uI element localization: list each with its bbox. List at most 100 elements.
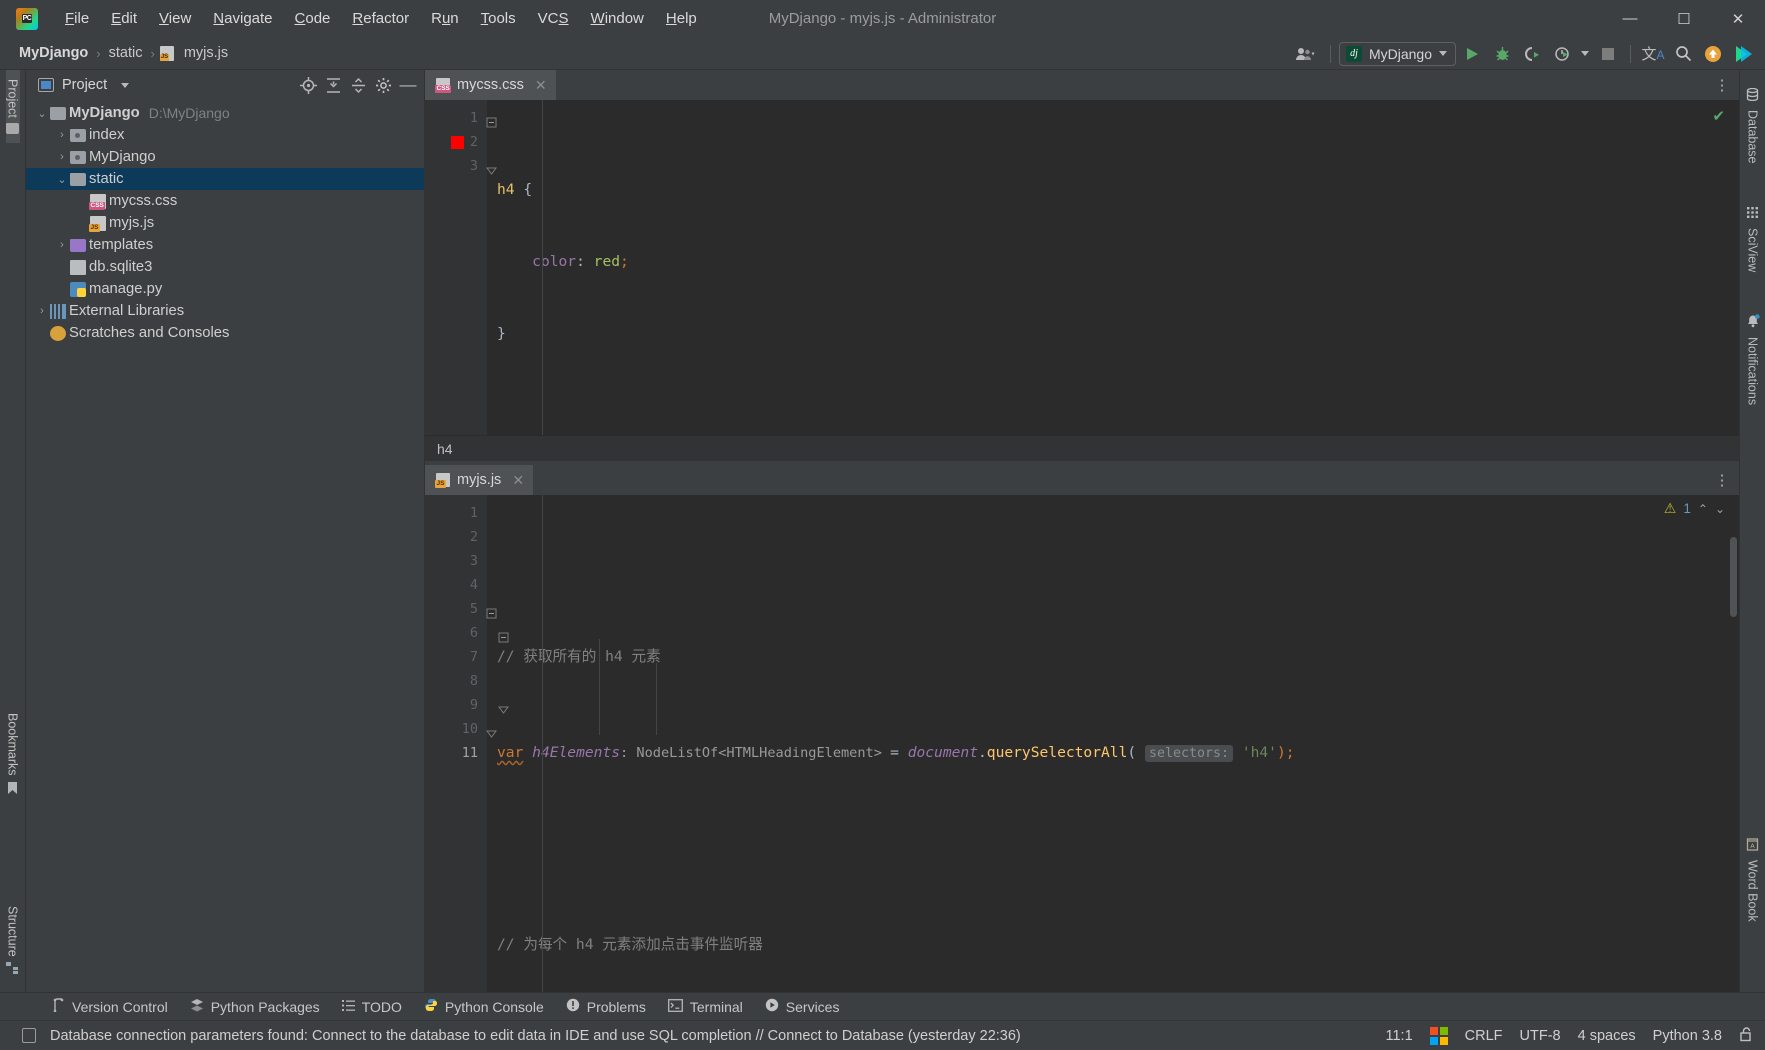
- sidebar-item-sciview[interactable]: SciView: [1746, 196, 1760, 282]
- css-breadcrumb-label: h4: [437, 440, 453, 457]
- file-encoding[interactable]: UTF-8: [1520, 1028, 1561, 1044]
- stop-icon[interactable]: [1594, 41, 1622, 67]
- sidebar-item-structure[interactable]: Structure: [6, 897, 20, 982]
- tool-button-terminal[interactable]: Terminal: [667, 999, 743, 1015]
- user-icon[interactable]: [1288, 41, 1322, 67]
- line-separator[interactable]: CRLF: [1465, 1028, 1503, 1044]
- inspection-status-icon[interactable]: ✔: [1712, 107, 1725, 125]
- tool-button-todo[interactable]: TODO: [341, 999, 402, 1015]
- sidebar-item-notifications[interactable]: Notifications: [1746, 304, 1760, 415]
- menu-tools[interactable]: Tools: [470, 6, 527, 31]
- chevron-right-icon[interactable]: ›: [54, 129, 70, 141]
- chevron-down-icon[interactable]: [121, 82, 130, 88]
- tree-node-myjs-js[interactable]: ›JSmyjs.js: [26, 212, 424, 234]
- coverage-icon[interactable]: [1518, 41, 1546, 67]
- css-editor[interactable]: 1 2 3 h4 { color: red; } ✔: [425, 100, 1739, 435]
- file-css-icon: CSS: [89, 193, 106, 210]
- structure-icon: [6, 962, 19, 978]
- menu-navigate[interactable]: Navigate: [202, 6, 283, 31]
- expand-all-icon[interactable]: [321, 73, 345, 97]
- sidebar-item-bookmarks[interactable]: Bookmarks: [6, 704, 20, 807]
- tree-node-manage-py[interactable]: ›manage.py: [26, 278, 424, 300]
- status-message[interactable]: Database connection parameters found: Co…: [50, 1028, 1021, 1044]
- chevron-right-icon[interactable]: ›: [34, 305, 50, 317]
- close-icon[interactable]: ✕: [535, 77, 547, 94]
- sidebar-item-project[interactable]: Project: [5, 70, 20, 143]
- editor-options-icon[interactable]: ⋮: [1711, 74, 1733, 96]
- menu-refactor[interactable]: Refactor: [341, 6, 420, 31]
- left-tool-stripe: Project Structure Bookmarks: [0, 70, 26, 992]
- next-problem-icon[interactable]: ⌄: [1715, 502, 1725, 516]
- tool-button-python-console[interactable]: Python Console: [424, 998, 544, 1015]
- tree-node-mycss-css[interactable]: ›CSSmycss.css: [26, 190, 424, 212]
- event-log-icon[interactable]: [22, 1028, 36, 1043]
- sidebar-item-database[interactable]: Database: [1746, 78, 1760, 174]
- caret-position[interactable]: 11:1: [1386, 1028, 1413, 1044]
- maximize-button[interactable]: ☐: [1657, 0, 1711, 37]
- prev-problem-icon[interactable]: ⌃: [1698, 502, 1708, 516]
- editor-scrollbar[interactable]: [1730, 537, 1737, 617]
- tab-mycss-css[interactable]: CSS mycss.css ✕: [425, 70, 556, 100]
- editor-options-icon[interactable]: ⋮: [1711, 469, 1733, 491]
- branch-icon: [52, 998, 65, 1015]
- menu-vcs[interactable]: VCS: [527, 6, 580, 31]
- menu-edit[interactable]: Edit: [100, 6, 148, 31]
- tool-button-python-packages[interactable]: Python Packages: [190, 998, 320, 1015]
- js-editor[interactable]: 1 2 3 4 5 6 7 8 9 10 11 // 获取所有的 h4 元素 v…: [425, 495, 1739, 992]
- sidebar-item-word-book[interactable]: A Word Book: [1746, 828, 1760, 932]
- breadcrumb-folder[interactable]: static: [106, 44, 146, 62]
- close-button[interactable]: ✕: [1711, 0, 1765, 37]
- chevron-right-icon[interactable]: ›: [54, 239, 70, 251]
- ide-icon[interactable]: [1729, 41, 1757, 67]
- tool-button-problems[interactable]: Problems: [566, 998, 646, 1015]
- chevron-right-icon[interactable]: ›: [54, 151, 70, 163]
- tree-node-path: D:\MyDjango: [148, 105, 230, 121]
- unlocked-icon[interactable]: [1739, 1026, 1753, 1045]
- menu-window[interactable]: Window: [580, 6, 655, 31]
- hide-icon[interactable]: —: [396, 73, 420, 97]
- menu-file[interactable]: FFileile: [54, 6, 100, 31]
- python-interpreter[interactable]: Python 3.8: [1653, 1028, 1722, 1044]
- color-swatch[interactable]: [451, 136, 464, 149]
- profile-icon[interactable]: [1548, 41, 1576, 67]
- js-code[interactable]: // 获取所有的 h4 元素 var h4Elements: NodeListO…: [487, 495, 1739, 992]
- tree-node-external-libraries[interactable]: › External Libraries: [26, 300, 424, 322]
- tree-node-db-sqlite3[interactable]: ›db.sqlite3: [26, 256, 424, 278]
- collapse-all-icon[interactable]: [346, 73, 370, 97]
- indent-setting[interactable]: 4 spaces: [1578, 1028, 1636, 1044]
- update-icon[interactable]: [1699, 41, 1727, 67]
- locate-icon[interactable]: [296, 73, 320, 97]
- tree-node-label: mycss.css: [109, 193, 178, 209]
- js-inspection-widget[interactable]: ⚠ 1 ⌃ ⌄: [1664, 500, 1725, 517]
- menu-view[interactable]: View: [148, 6, 202, 31]
- tree-node-mydjango[interactable]: ⌄ MyDjango D:\MyDjango: [26, 102, 424, 124]
- search-icon[interactable]: [1669, 41, 1697, 67]
- menu-code[interactable]: Code: [284, 6, 342, 31]
- tree-node-scratches-and-consoles[interactable]: ›Scratches and Consoles: [26, 322, 424, 344]
- breadcrumb-project[interactable]: MyDjango: [16, 44, 91, 62]
- tree-node-index[interactable]: › index: [26, 124, 424, 146]
- minimize-button[interactable]: —: [1603, 0, 1657, 37]
- tree-node-mydjango[interactable]: › MyDjango: [26, 146, 424, 168]
- css-code[interactable]: h4 { color: red; }: [487, 100, 1739, 435]
- debug-icon[interactable]: [1488, 41, 1516, 67]
- tool-button-version-control[interactable]: Version Control: [52, 998, 168, 1015]
- gear-icon[interactable]: [371, 73, 395, 97]
- tab-myjs-js[interactable]: JS myjs.js ✕: [425, 465, 534, 495]
- chevron-down-icon-2[interactable]: [1578, 41, 1592, 67]
- tool-button-services[interactable]: Services: [765, 998, 839, 1015]
- breadcrumb-file[interactable]: myjs.js: [181, 44, 231, 62]
- translate-icon[interactable]: 文A: [1639, 41, 1667, 67]
- tree-node-static[interactable]: ⌄ static: [26, 168, 424, 190]
- chevron-down-icon[interactable]: ⌄: [54, 173, 70, 186]
- chevron-down-icon[interactable]: ⌄: [34, 107, 50, 120]
- menu-run[interactable]: Run: [420, 6, 470, 31]
- status-message-group: Database connection parameters found: Co…: [22, 1028, 1021, 1044]
- tree-node-templates[interactable]: › templates: [26, 234, 424, 256]
- run-configuration-selector[interactable]: dj MyDjango: [1338, 41, 1456, 66]
- menu-help[interactable]: Help: [655, 6, 708, 31]
- js-comment-2: // 为每个 h4 元素添加点击事件监听器: [497, 936, 763, 953]
- windows-flag-icon[interactable]: [1429, 1026, 1448, 1045]
- close-icon[interactable]: ✕: [512, 472, 524, 489]
- run-icon[interactable]: [1458, 41, 1486, 67]
